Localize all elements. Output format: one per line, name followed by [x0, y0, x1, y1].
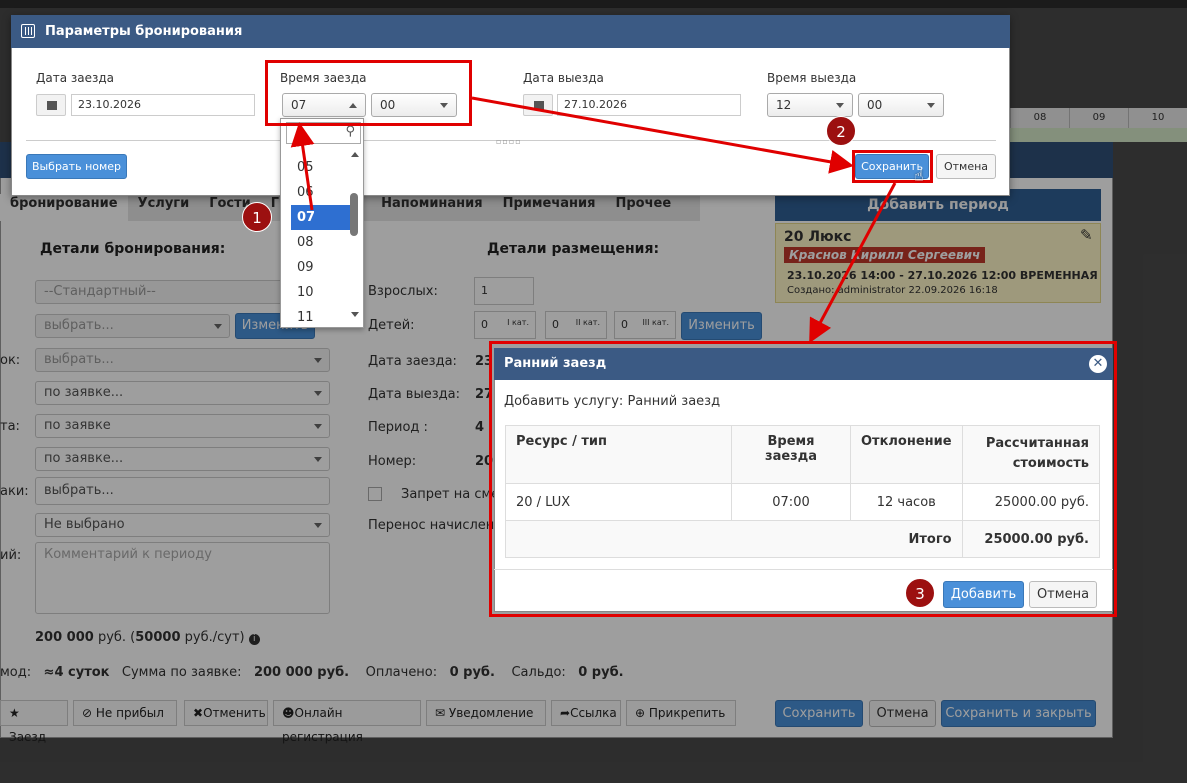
step-2-badge: 2	[826, 116, 856, 146]
step-3-badge: 3	[905, 578, 935, 608]
arrow-1	[290, 122, 315, 211]
step-1-badge: 1	[242, 202, 272, 232]
arrow-2	[471, 96, 854, 174]
annotation-arrows	[290, 96, 897, 344]
arrow-3	[809, 182, 897, 344]
cursor-icon: ☝	[914, 166, 924, 185]
